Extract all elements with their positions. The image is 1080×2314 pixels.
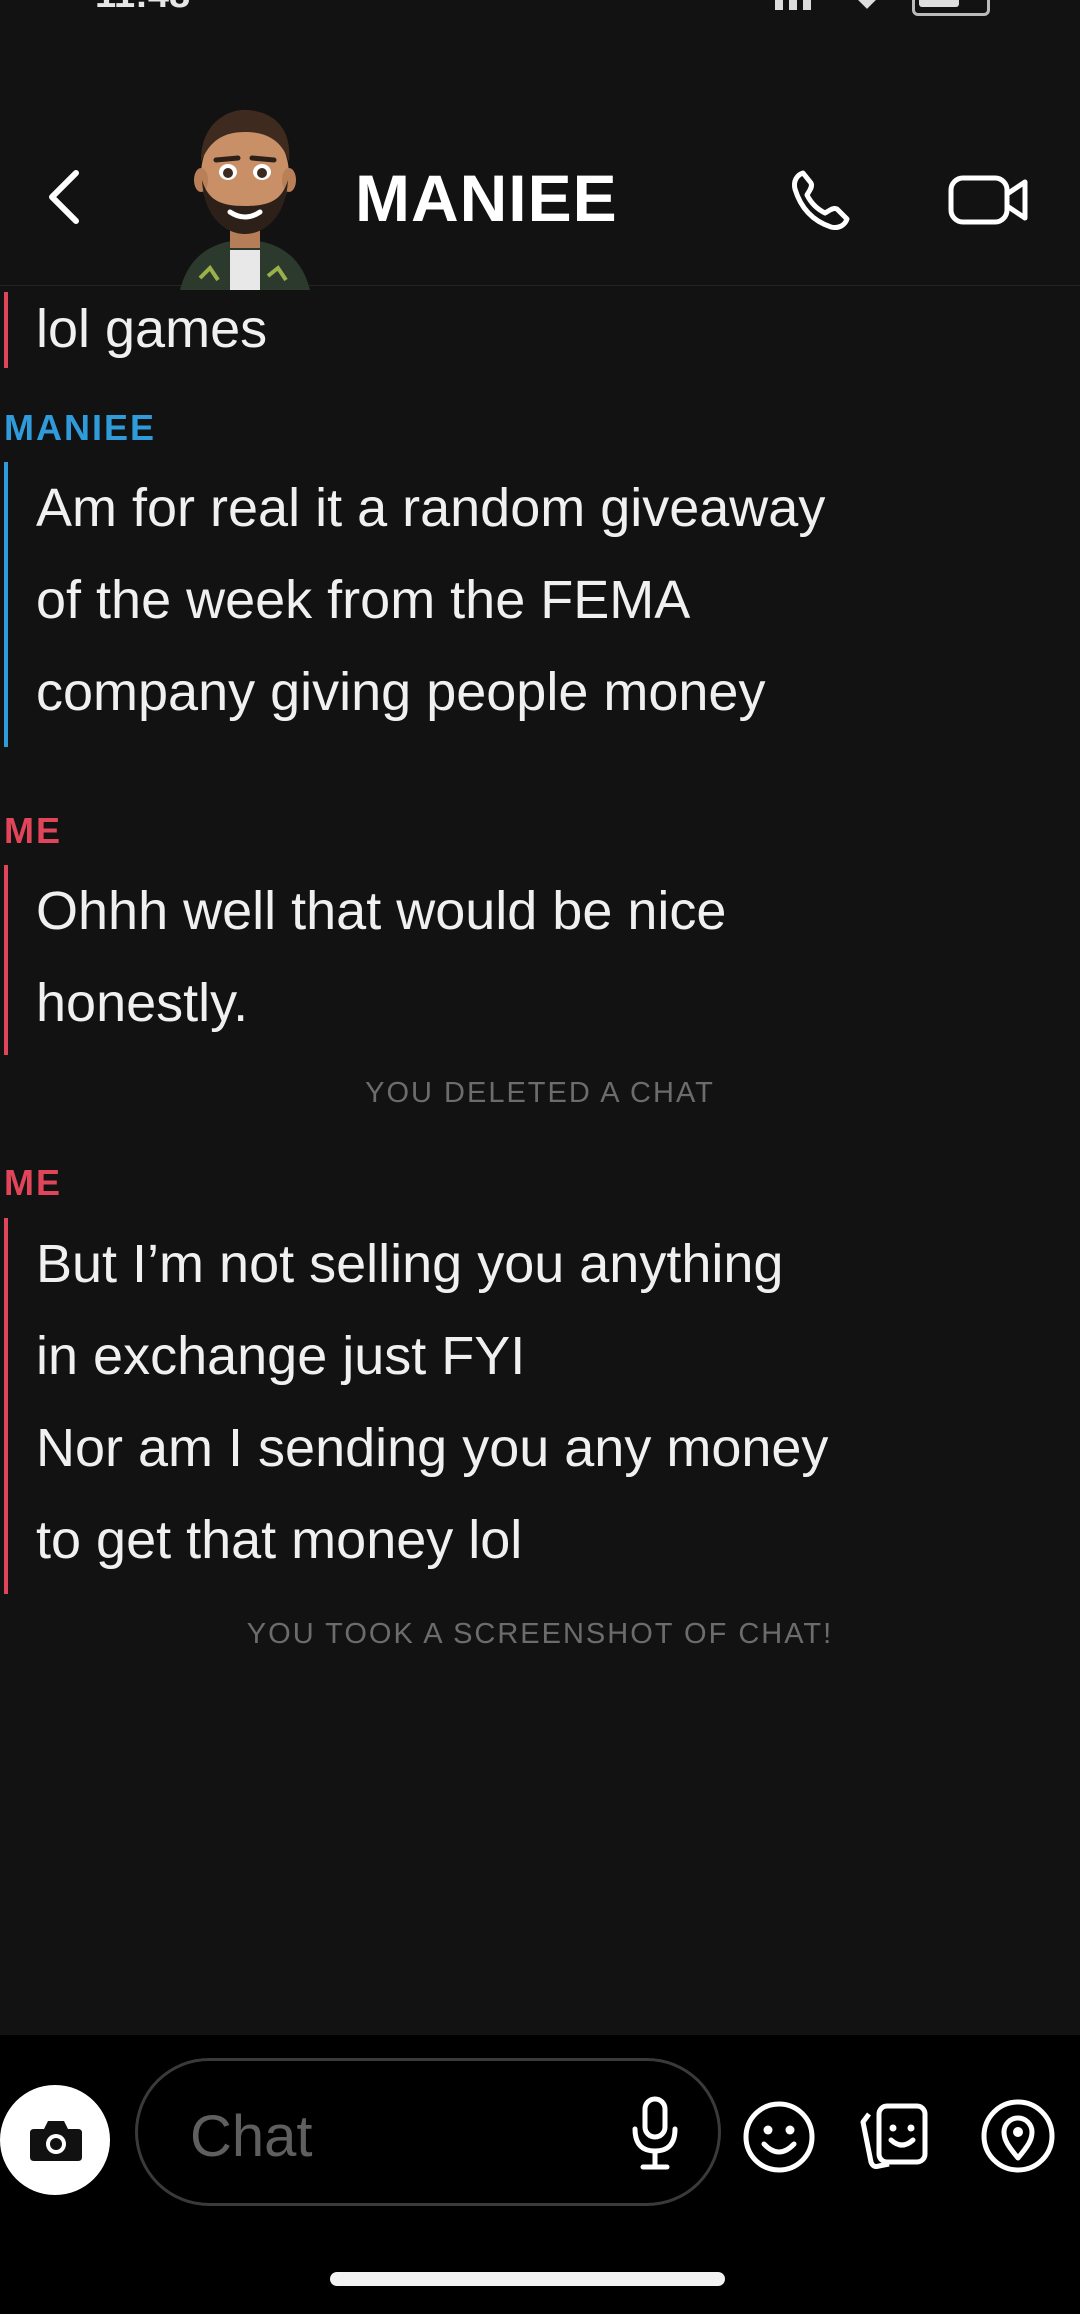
sender-label: MANIEE: [4, 407, 157, 448]
sticker-icon[interactable]: [855, 2098, 933, 2176]
message-text: Am for real it a random giveaway of the …: [36, 478, 826, 722]
status-time: 11:48: [95, 0, 190, 17]
chat-placeholder: Chat: [190, 2104, 313, 2169]
sender-label: ME: [4, 810, 62, 851]
message-text: But I’m not selling you anything in exch…: [36, 1234, 829, 1570]
camera-icon: [30, 2121, 82, 2161]
status-bar: 11:48: [0, 0, 1080, 22]
system-notice: YOU DELETED A CHAT: [365, 1077, 715, 1109]
location-pin-icon[interactable]: [978, 2096, 1058, 2176]
contact-name[interactable]: MANIEE: [355, 160, 618, 236]
message-text: Ohhh well that would be nice honestly.: [36, 881, 727, 1033]
video-camera-icon[interactable]: [945, 168, 1035, 232]
message-bar: [4, 462, 8, 747]
battery-icon: [912, 0, 990, 16]
signal-icon: [775, 0, 815, 10]
microphone-icon[interactable]: [625, 2093, 685, 2173]
message-bar: [4, 865, 8, 1055]
message-text: lol games: [36, 299, 268, 359]
message-bar: [4, 292, 8, 368]
chevron-left-icon[interactable]: [36, 165, 100, 229]
home-indicator: [330, 2272, 725, 2286]
sender-label: ME: [4, 1162, 62, 1203]
phone-icon[interactable]: [785, 165, 855, 235]
avatar[interactable]: [170, 100, 320, 290]
smiley-icon[interactable]: [740, 2098, 818, 2176]
camera-button[interactable]: [0, 2085, 110, 2195]
message-bar: [4, 1218, 8, 1594]
system-notice: YOU TOOK A SCREENSHOT OF CHAT!: [246, 1618, 834, 1650]
wifi-icon: [857, 0, 877, 9]
